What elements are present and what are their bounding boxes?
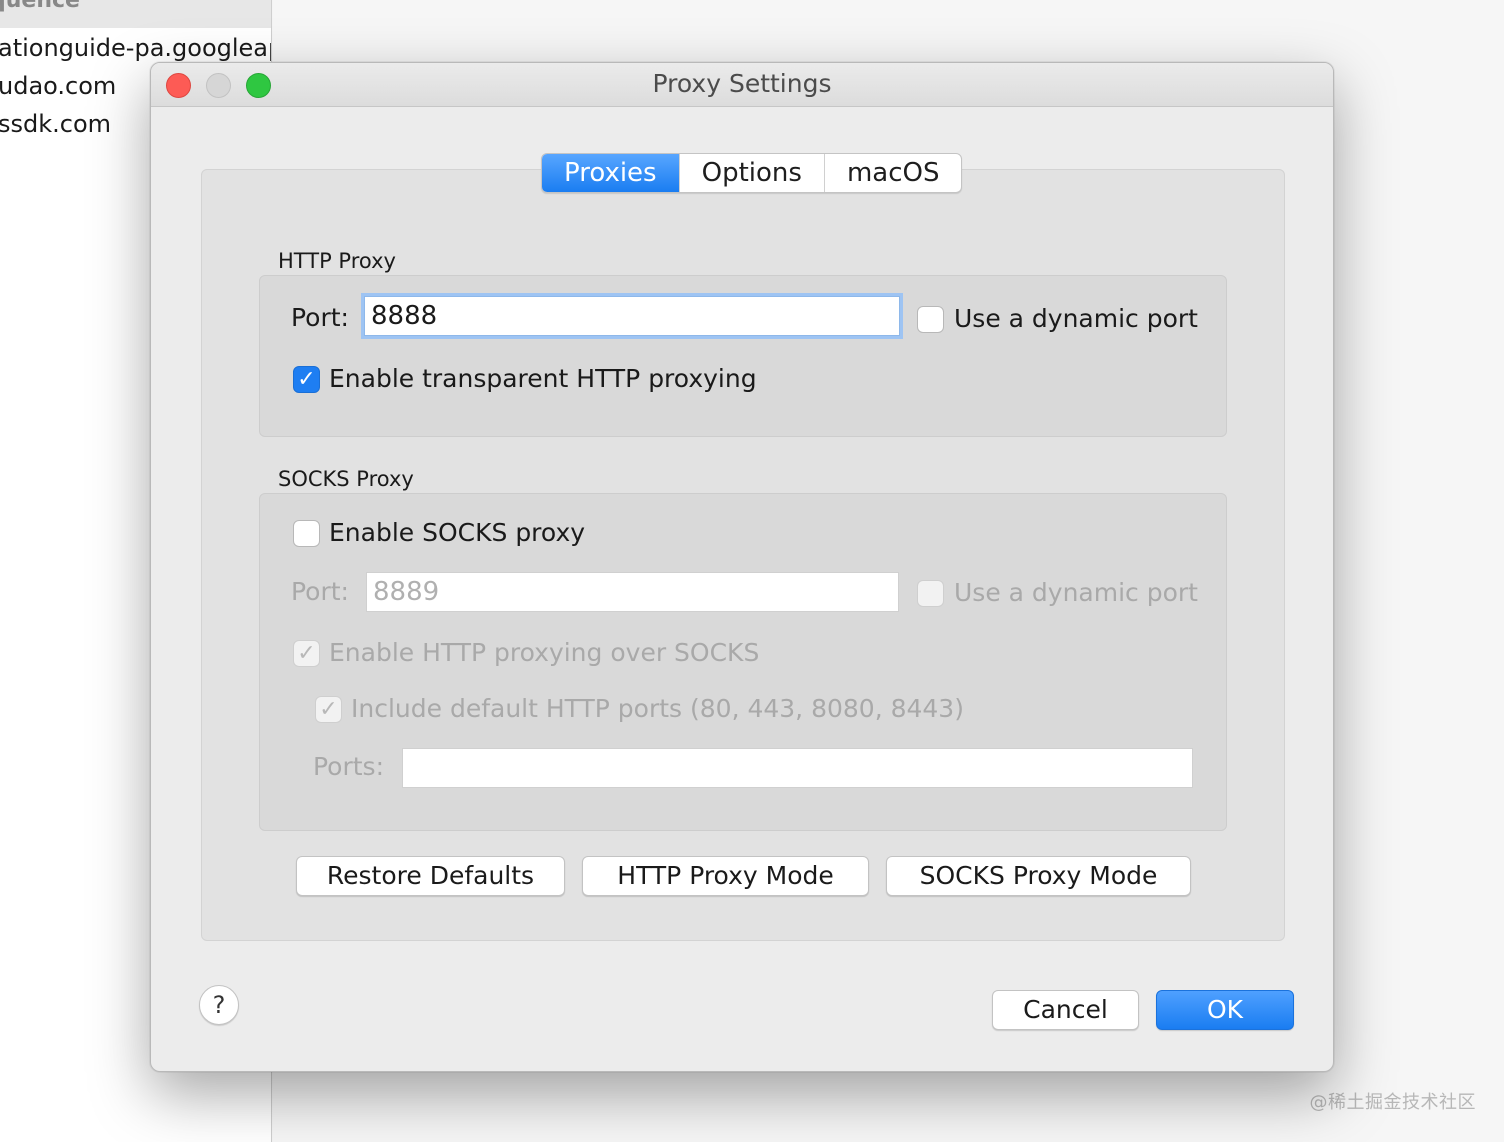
http-over-socks-label: Enable HTTP proxying over SOCKS	[329, 638, 760, 667]
include-default-ports-checkbox[interactable]: ✓	[315, 696, 342, 723]
include-default-ports-label: Include default HTTP ports (80, 443, 808…	[351, 694, 964, 723]
background-column-header: quence	[0, 0, 271, 28]
question-icon: ?	[212, 991, 226, 1019]
help-button[interactable]: ?	[199, 985, 239, 1025]
http-port-label: Port:	[291, 303, 349, 332]
proxy-settings-dialog: Proxy Settings Proxies Options macOS HTT…	[150, 62, 1334, 1072]
socks-proxy-mode-button[interactable]: SOCKS Proxy Mode	[886, 856, 1191, 896]
title-bar[interactable]: Proxy Settings	[151, 63, 1333, 107]
socks-dynamic-port-label: Use a dynamic port	[954, 578, 1198, 607]
background-column-title: quence	[0, 0, 80, 13]
tab-bar: Proxies Options macOS	[541, 153, 963, 193]
http-over-socks-checkbox[interactable]: ✓	[293, 640, 320, 667]
transparent-proxy-checkbox[interactable]: ✓	[293, 366, 320, 393]
cancel-button[interactable]: Cancel	[992, 990, 1139, 1030]
tab-options[interactable]: Options	[680, 154, 825, 192]
http-port-input[interactable]: 8888	[364, 296, 900, 336]
socks-proxy-group-title: SOCKS Proxy	[278, 467, 414, 491]
enable-socks-label: Enable SOCKS proxy	[329, 518, 586, 547]
enable-socks-checkbox[interactable]	[293, 520, 320, 547]
check-icon: ✓	[297, 640, 316, 666]
tab-macos[interactable]: macOS	[825, 154, 962, 192]
http-dynamic-port-checkbox[interactable]	[917, 306, 944, 333]
check-icon: ✓	[319, 696, 338, 722]
ok-button[interactable]: OK	[1156, 990, 1294, 1030]
socks-port-label: Port:	[291, 577, 349, 606]
http-proxy-group-title: HTTP Proxy	[278, 249, 396, 273]
tab-proxies[interactable]: Proxies	[542, 154, 680, 192]
check-icon: ✓	[297, 366, 316, 392]
window-title: Proxy Settings	[652, 69, 832, 98]
restore-defaults-button[interactable]: Restore Defaults	[296, 856, 565, 896]
socks-dynamic-port-checkbox[interactable]	[917, 580, 944, 607]
ports-label: Ports:	[313, 752, 385, 781]
socks-port-input[interactable]: 8889	[366, 572, 899, 612]
ports-input[interactable]	[402, 748, 1193, 788]
http-proxy-mode-button[interactable]: HTTP Proxy Mode	[582, 856, 869, 896]
transparent-proxy-label: Enable transparent HTTP proxying	[329, 364, 757, 393]
watermark: @稀土掘金技术社区	[1309, 1092, 1476, 1113]
http-dynamic-port-label: Use a dynamic port	[954, 304, 1198, 333]
